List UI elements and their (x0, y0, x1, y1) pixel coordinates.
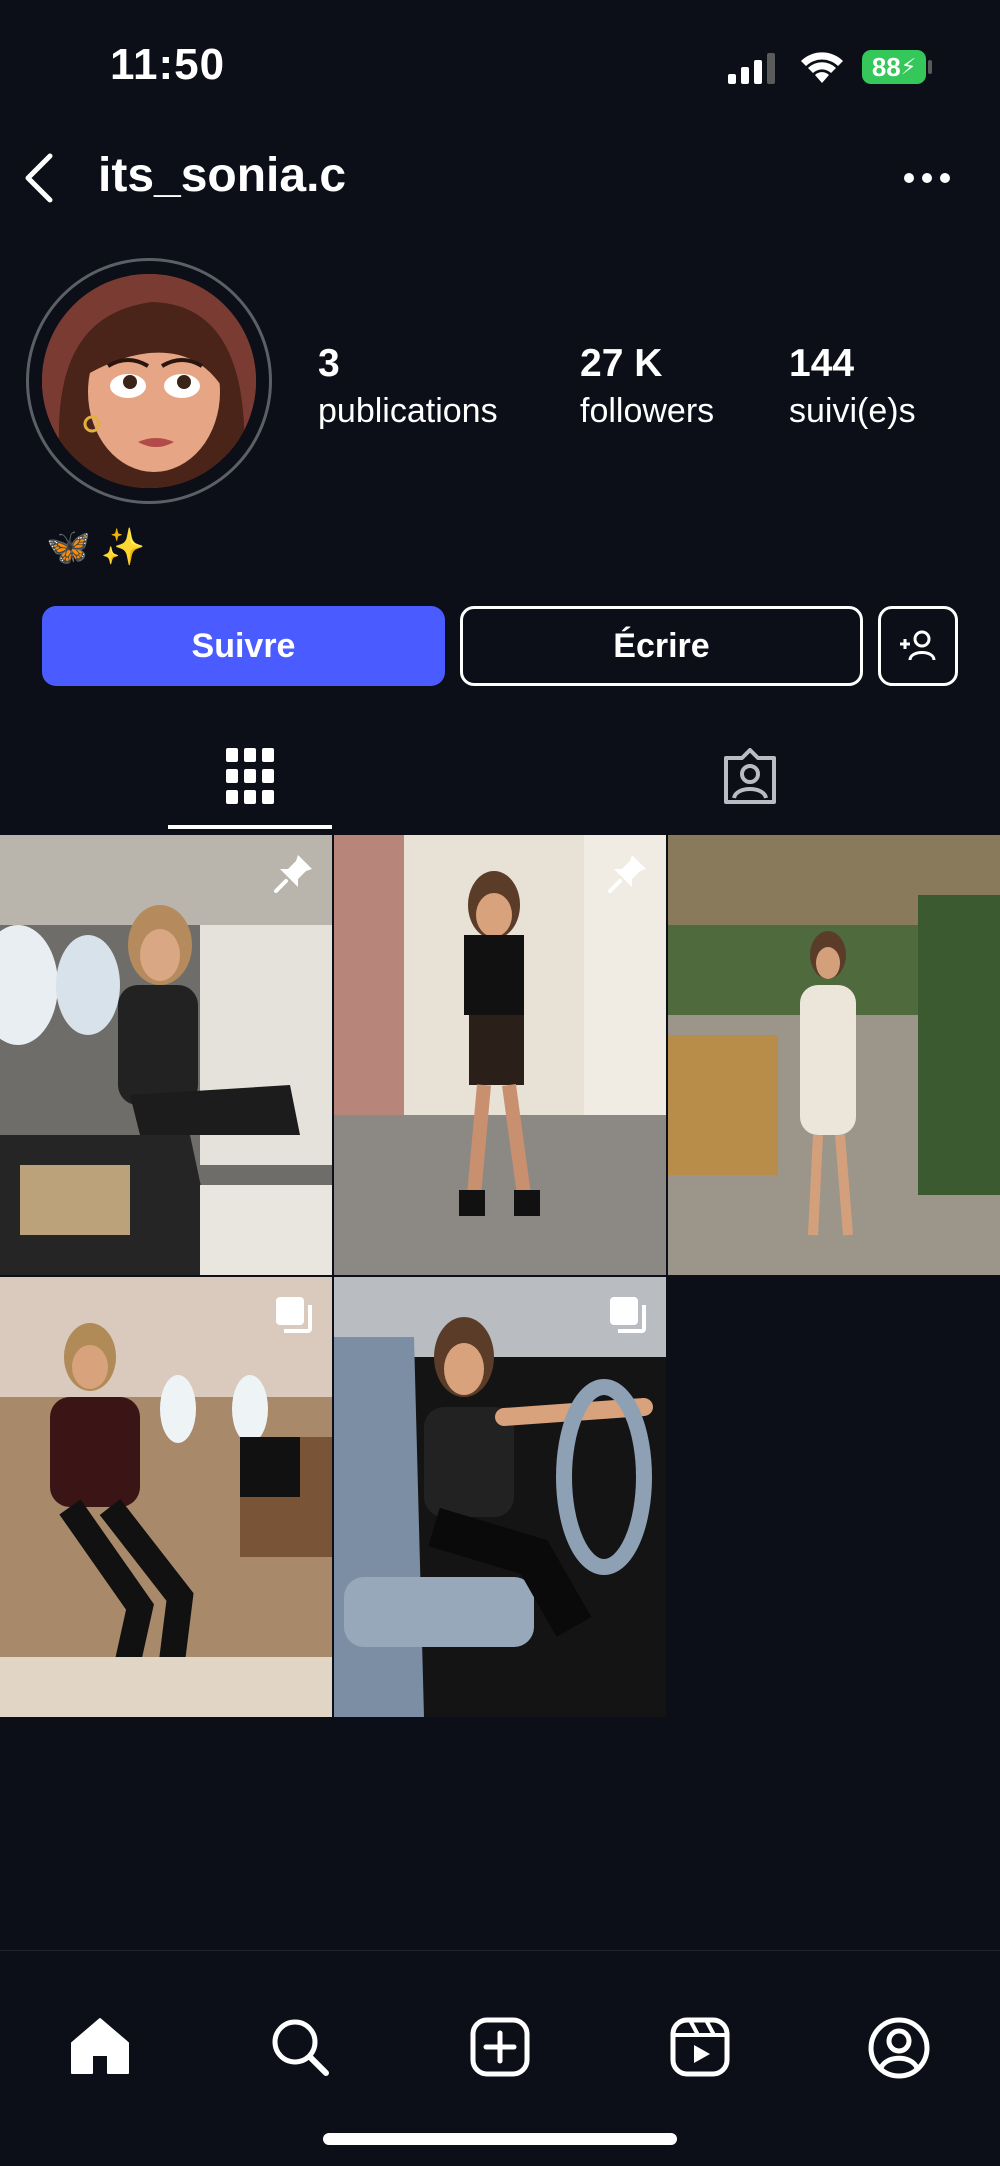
post-tile[interactable] (334, 1277, 666, 1717)
stat-publications[interactable]: 3 publications (318, 342, 498, 431)
carousel-icon (276, 1297, 312, 1333)
back-arrow-icon[interactable] (20, 152, 60, 204)
post-tile[interactable] (0, 1277, 332, 1717)
post-tile[interactable] (334, 835, 666, 1275)
post-tile[interactable] (0, 835, 332, 1275)
battery-cap (928, 60, 932, 74)
create-icon[interactable] (470, 2017, 530, 2077)
search-icon[interactable] (270, 2017, 330, 2077)
grid-icon[interactable] (226, 748, 274, 804)
signal-icon (728, 53, 775, 84)
stat-following[interactable]: 144 suivi(e)s (789, 342, 916, 431)
stat-followers-label: followers (580, 392, 715, 430)
stat-publications-label: publications (318, 392, 498, 430)
pin-icon (608, 855, 646, 893)
battery-level: 88 (871, 51, 901, 82)
profile-username: its_sonia.c (98, 149, 347, 202)
add-person-icon (900, 630, 936, 661)
stat-followers[interactable]: 27 K followers (580, 342, 714, 431)
follow-button[interactable]: Suivre (42, 606, 445, 686)
carousel-icon (610, 1297, 646, 1333)
reels-icon[interactable] (670, 2017, 730, 2077)
stat-followers-count: 27 K (580, 342, 663, 385)
stat-publications-count: 3 (318, 342, 340, 385)
battery-charging-icon: 88 ⚡ (862, 50, 926, 84)
post-tile[interactable] (668, 835, 1000, 1275)
pin-icon (274, 855, 312, 893)
wifi-icon (801, 52, 843, 83)
stat-following-label: suivi(e)s (789, 392, 916, 430)
avatar[interactable] (42, 274, 256, 488)
home-indicator (323, 2133, 677, 2145)
stat-following-count: 144 (789, 342, 855, 385)
message-button[interactable]: Écrire (460, 606, 863, 686)
more-options-icon[interactable] (904, 170, 950, 186)
status-time: 11:50 (110, 40, 226, 89)
tab-grid-indicator (168, 825, 332, 829)
profile-icon[interactable] (868, 2017, 930, 2079)
tagged-person-icon[interactable] (720, 748, 780, 806)
add-person-button[interactable] (878, 606, 958, 686)
home-icon[interactable] (70, 2017, 130, 2075)
profile-bio: 🦋 ✨ (46, 526, 146, 567)
